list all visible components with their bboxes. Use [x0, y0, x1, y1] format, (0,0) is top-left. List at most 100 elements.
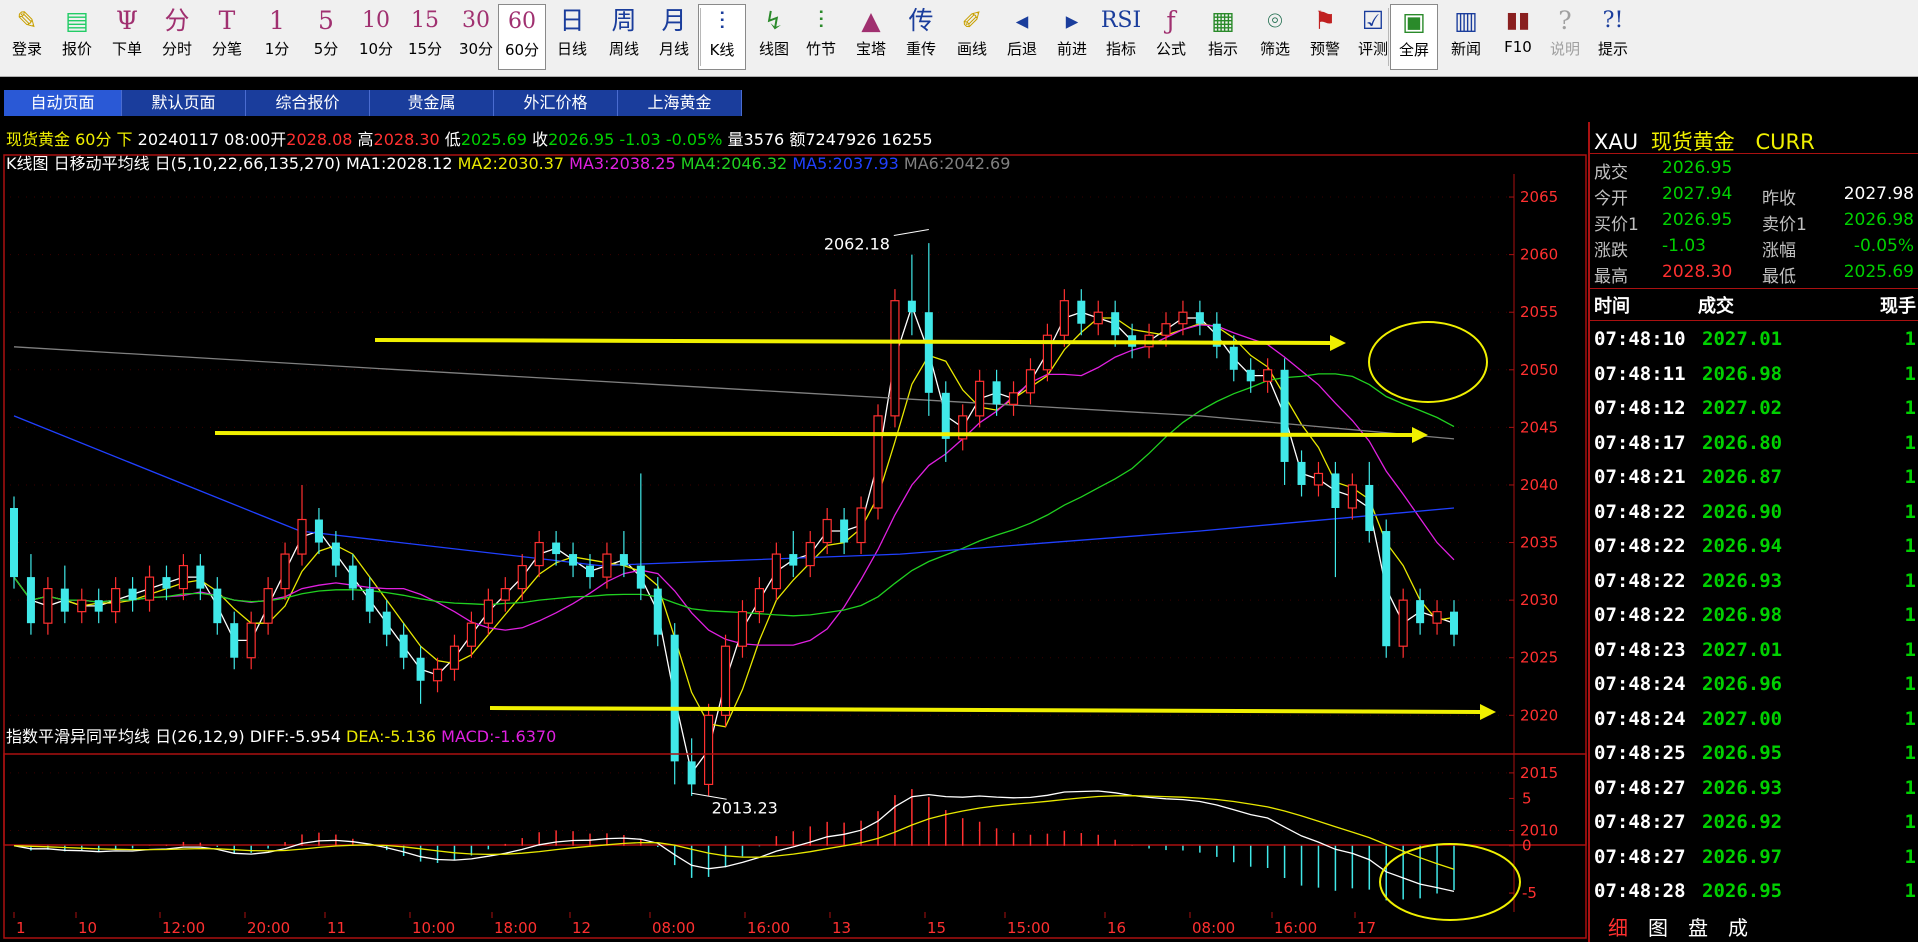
- quote-value: 2026.95: [1662, 210, 1733, 230]
- weekly-icon: 周: [611, 6, 637, 35]
- tick-row: 07:48:22 2026.94 1: [1594, 535, 1916, 569]
- time-tick-label: 16: [1107, 919, 1126, 937]
- tick-volume: 1: [1904, 880, 1916, 902]
- toolbar-draw-button[interactable]: ✐ 画线: [948, 4, 996, 70]
- toolbar-tick-button[interactable]: T 分笔: [203, 4, 251, 70]
- quote-label: 买价1: [1594, 215, 1639, 235]
- time-tick-label: 15:00: [1007, 919, 1050, 937]
- toolbar-alert-button[interactable]: ⚑ 预警: [1301, 4, 1349, 70]
- tick-icon: T: [218, 6, 236, 35]
- time-tick-label: 08:00: [1192, 919, 1235, 937]
- toolbar-reload-button[interactable]: 传重传: [897, 4, 945, 70]
- tick-volume: 1: [1904, 500, 1916, 523]
- quote-value: 2026.98: [1843, 210, 1914, 230]
- tab-0[interactable]: 自动页面: [4, 90, 122, 116]
- price-tick-label: 2055: [1520, 303, 1558, 321]
- tower-icon: ▲: [861, 6, 881, 35]
- toolbar-filter-button[interactable]: ⌾ 筛选: [1251, 4, 1299, 70]
- tick-price: 2026.95: [1702, 742, 1783, 764]
- symbol-code: XAU: [1594, 130, 1639, 154]
- toolbar-tips-button[interactable]: ?! 提示: [1589, 4, 1637, 70]
- toolbar-bamboo-button[interactable]: ⫶ 竹节: [797, 4, 845, 70]
- toolbar-30min-button[interactable]: 30 30分: [452, 4, 500, 70]
- daily-icon: 日: [559, 6, 585, 35]
- tick-time: 07:48:27: [1594, 776, 1686, 799]
- quote-tab-1[interactable]: 图: [1648, 912, 1668, 941]
- toolbar-kline-button[interactable]: ⫶ K线: [698, 4, 746, 70]
- symbol-suffix: CURR: [1755, 130, 1815, 154]
- reload-icon: 传: [908, 6, 934, 35]
- time-tick-label: 10: [78, 919, 97, 937]
- price-annotation: 2013.23: [712, 798, 778, 817]
- tick-volume: 1: [1904, 328, 1916, 350]
- toolbar-monthly-button[interactable]: 月月线: [650, 4, 698, 70]
- toolbar-60min-button[interactable]: 60 60分: [498, 4, 546, 70]
- toolbar-fullscreen-button[interactable]: ▣ 全屏: [1390, 4, 1438, 70]
- tick-price: 2026.80: [1702, 431, 1783, 454]
- tick-row: 07:48:23 2027.01 1: [1594, 639, 1916, 673]
- quote-icon: ▤: [65, 6, 89, 35]
- time-tick-label: 17: [1357, 919, 1376, 937]
- tick-row: 07:48:10 2027.01 1: [1594, 328, 1916, 362]
- tick-volume: 1: [1904, 742, 1916, 764]
- order-icon: Ψ: [116, 6, 138, 35]
- tab-5[interactable]: 上海黄金: [618, 90, 742, 116]
- toolbar-formula-button[interactable]: ƒ 公式: [1147, 4, 1195, 70]
- tab-3[interactable]: 贵金属: [370, 90, 494, 116]
- quote-tab-0[interactable]: 细: [1608, 912, 1628, 941]
- time-tick-label: 08:00: [652, 919, 695, 937]
- toolbar-label: 周线: [608, 40, 639, 58]
- toolbar-f10-button[interactable]: ▮▮ F10: [1494, 4, 1542, 70]
- toolbar-label: 1分: [264, 40, 290, 58]
- toolbar-help-button[interactable]: ? 说明: [1541, 4, 1589, 70]
- tick-volume: 1: [1904, 431, 1916, 454]
- tab-4[interactable]: 外汇价格: [494, 90, 618, 116]
- time-tick-label: 13: [832, 919, 851, 937]
- tick-price: 2027.01: [1702, 328, 1783, 350]
- toolbar-daily-button[interactable]: 日日线: [548, 4, 596, 70]
- tick-volume: 1: [1904, 707, 1916, 730]
- toolbar-label: 分笔: [211, 40, 242, 58]
- toolbar-linechart-button[interactable]: ↯ 线图: [750, 4, 798, 70]
- toolbar-10min-button[interactable]: 10 10分: [351, 4, 401, 70]
- quote-tab-2[interactable]: 盘: [1688, 912, 1708, 941]
- ma-legend: K线图 日移动平均线 日(5,10,22,66,135,270) MA1:202…: [6, 154, 1010, 173]
- toolbar-minute-button[interactable]: 分分时: [151, 4, 203, 70]
- quote-row: 买价1 2026.95 卖价1 2026.98: [1594, 210, 1916, 235]
- kline-chart[interactable]: 现货黄金 60分 下 20240117 08:00开2028.08 高2028.…: [0, 122, 1588, 942]
- toolbar-login-button[interactable]: ✎ 登录: [3, 4, 51, 70]
- toolbar-label: 预警: [1309, 40, 1340, 58]
- toolbar-order-button[interactable]: Ψ 下单: [103, 4, 151, 70]
- quote-tab-3[interactable]: 成: [1728, 912, 1748, 941]
- toolbar-indicate-button[interactable]: ▦ 指示: [1198, 4, 1248, 70]
- toolbar-tower-button[interactable]: ▲ 宝塔: [847, 4, 895, 70]
- quote-label: 成交: [1594, 163, 1628, 183]
- toolbar-label: 报价: [61, 40, 92, 58]
- tab-1[interactable]: 默认页面: [122, 90, 246, 116]
- tick-time: 07:48:17: [1594, 431, 1686, 454]
- toolbar-label: 竹节: [805, 40, 836, 58]
- toolbar-indicator-button[interactable]: RSI 指标: [1097, 4, 1145, 70]
- toolbar-forward-button[interactable]: ▸ 前进: [1048, 4, 1096, 70]
- toolbar-label: 5分: [313, 40, 339, 58]
- minute-icon: 分: [164, 6, 190, 35]
- quote-label: 最低: [1762, 267, 1796, 287]
- toolbar-5min-button[interactable]: 5 5分: [302, 4, 350, 70]
- toolbar-back-button[interactable]: ◂ 后退: [998, 4, 1046, 70]
- yellow-arrow-2040[interactable]: [214, 431, 1413, 437]
- tick-volume: 1: [1904, 604, 1916, 626]
- toolbar-label: 下单: [111, 40, 142, 58]
- toolbar-label: 筛选: [1259, 40, 1290, 58]
- toolbar-quote-button[interactable]: ▤ 报价: [53, 4, 101, 70]
- toolbar-15min-button[interactable]: 15 15分: [400, 4, 450, 70]
- toolbar-1min-button[interactable]: 1 1分: [253, 4, 301, 70]
- toolbar-news-button[interactable]: ▥ 新闻: [1442, 4, 1490, 70]
- toolbar-weekly-button[interactable]: 周周线: [598, 4, 650, 70]
- toolbar-label: 60分: [504, 41, 540, 59]
- tick-time: 07:48:22: [1594, 535, 1686, 557]
- tab-2[interactable]: 综合报价: [246, 90, 370, 116]
- toolbar-label: 月线: [658, 40, 689, 58]
- toolbar-label: 画线: [956, 40, 987, 58]
- page-tabs: 自动页面 默认页面 综合报价 贵金属 外汇价格 上海黄金: [4, 90, 742, 116]
- toolbar-label: 前进: [1056, 40, 1087, 58]
